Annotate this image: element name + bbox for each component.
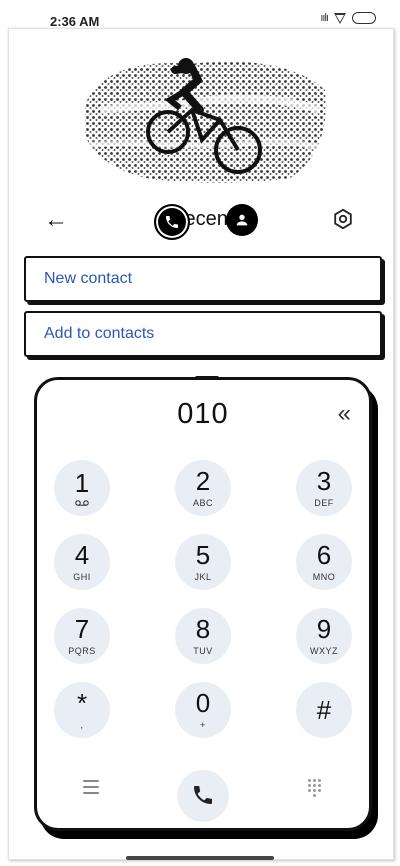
- voicemail-icon: [75, 500, 89, 506]
- key-3[interactable]: 3 DEF: [296, 460, 352, 516]
- key-4[interactable]: 4 GHI: [54, 534, 110, 590]
- key-star[interactable]: * ,: [54, 682, 110, 738]
- person-icon: [226, 204, 258, 236]
- new-contact-button[interactable]: New contact: [24, 256, 382, 302]
- backspace-icon[interactable]: «: [338, 400, 351, 428]
- key-digit: 7: [74, 614, 90, 644]
- key-letters: JKL: [194, 572, 212, 582]
- key-digit: 0: [195, 688, 211, 718]
- key-digit: 8: [195, 614, 211, 644]
- key-digit: *: [76, 688, 88, 718]
- key-letters: MNO: [312, 572, 336, 582]
- key-letters: DEF: [314, 498, 334, 508]
- title-area: Recents: [154, 204, 264, 240]
- status-icons: ıılı: [320, 12, 376, 24]
- status-time: 2:36 AM: [50, 14, 100, 29]
- key-letters: PQRS: [68, 646, 96, 656]
- key-letters: +: [200, 720, 206, 730]
- key-digit: #: [316, 695, 332, 725]
- key-0[interactable]: 0 +: [175, 682, 231, 738]
- wifi-icon: [334, 12, 346, 24]
- key-5[interactable]: 5 JKL: [175, 534, 231, 590]
- call-button[interactable]: [178, 770, 228, 820]
- add-to-contacts-button[interactable]: Add to contacts: [24, 311, 382, 357]
- key-letters: GHI: [73, 572, 91, 582]
- add-to-contacts-label: Add to contacts: [44, 325, 155, 342]
- key-1[interactable]: 1: [54, 460, 110, 516]
- battery-icon: [352, 12, 376, 24]
- drag-handle[interactable]: [195, 376, 219, 380]
- key-8[interactable]: 8 TUV: [175, 608, 231, 664]
- phone-icon: [154, 204, 190, 240]
- dialpad-grid-icon[interactable]: [307, 778, 323, 798]
- key-letters: TUV: [193, 646, 213, 656]
- key-9[interactable]: 9 WXYZ: [296, 608, 352, 664]
- key-letters: WXYZ: [310, 646, 338, 656]
- key-digit: 3: [316, 466, 332, 496]
- top-app-bar: ← Recents: [8, 198, 392, 244]
- settings-icon[interactable]: [332, 208, 354, 230]
- key-digit: 4: [74, 540, 90, 570]
- cyclist-illustration: [85, 58, 327, 183]
- dialpad-bottom-row: [37, 768, 369, 820]
- key-letters: ,: [80, 720, 84, 730]
- dialed-number: 010: [177, 398, 229, 430]
- key-hash[interactable]: #: [296, 682, 352, 738]
- key-digit: 6: [316, 540, 332, 570]
- key-7[interactable]: 7 PQRS: [54, 608, 110, 664]
- key-6[interactable]: 6 MNO: [296, 534, 352, 590]
- new-contact-label: New contact: [44, 270, 133, 287]
- key-2[interactable]: 2 ABC: [175, 460, 231, 516]
- key-digit: 1: [74, 468, 90, 498]
- status-bar: 2:36 AM ıılı: [0, 0, 400, 29]
- signal-icon: ıılı: [320, 12, 329, 24]
- key-digit: 9: [316, 614, 332, 644]
- gesture-bar[interactable]: [126, 856, 274, 860]
- key-letters: ABC: [192, 498, 213, 508]
- key-digit: 2: [195, 466, 211, 496]
- dialpad-panel: 010 « 1 2 ABC 3 DEF 4 GHI 5 JKL 6 MNO 7 …: [34, 376, 372, 831]
- menu-icon[interactable]: [83, 780, 99, 794]
- arrow-left-icon[interactable]: ←: [44, 206, 68, 234]
- phone-icon: [194, 786, 212, 804]
- key-digit: 5: [195, 540, 211, 570]
